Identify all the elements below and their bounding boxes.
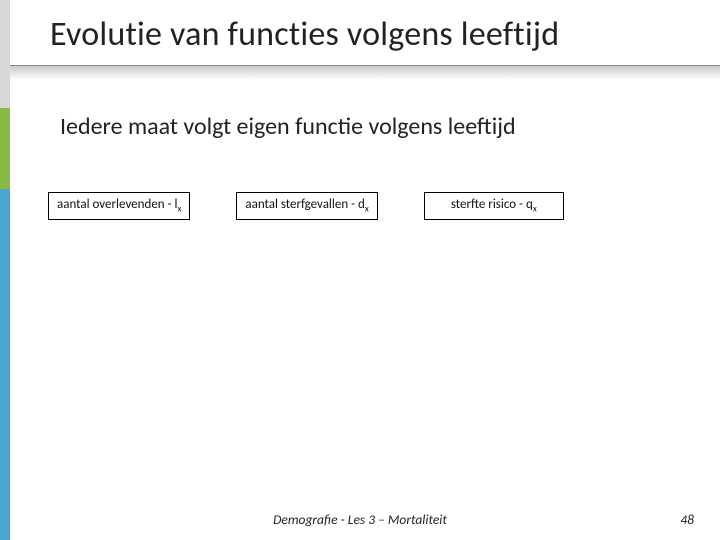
slide: Evolutie van functies volgens leeftijd I…	[0, 0, 720, 540]
box-survivors-sub: x	[177, 204, 181, 215]
box-deaths: aantal sterfgevallen - dx	[236, 192, 377, 220]
footer-text: Demografie - Les 3 – Mortaliteit	[273, 511, 447, 528]
accent-stripe	[0, 0, 10, 540]
title-band: Evolutie van functies volgens leeftijd	[10, 0, 720, 80]
label-boxes-row: aantal overlevenden - lx aantal sterfgev…	[48, 192, 690, 220]
slide-title: Evolutie van functies volgens leeftijd	[50, 14, 559, 55]
page-number: 48	[680, 511, 694, 528]
box-deaths-sub: x	[365, 204, 369, 215]
footer: Demografie - Les 3 – Mortaliteit	[0, 511, 720, 528]
box-survivors: aantal overlevenden - lx	[48, 192, 190, 220]
slide-subtitle: Iedere maat volgt eigen functie volgens …	[60, 112, 516, 141]
box-survivors-text: aantal overlevenden - l	[57, 197, 177, 212]
box-mortality-risk-sub: x	[533, 204, 537, 215]
box-deaths-text: aantal sterfgevallen - d	[245, 197, 365, 212]
box-mortality-risk: sterfte risico - qx	[424, 192, 564, 220]
box-mortality-risk-text: sterfte risico - q	[451, 197, 533, 212]
